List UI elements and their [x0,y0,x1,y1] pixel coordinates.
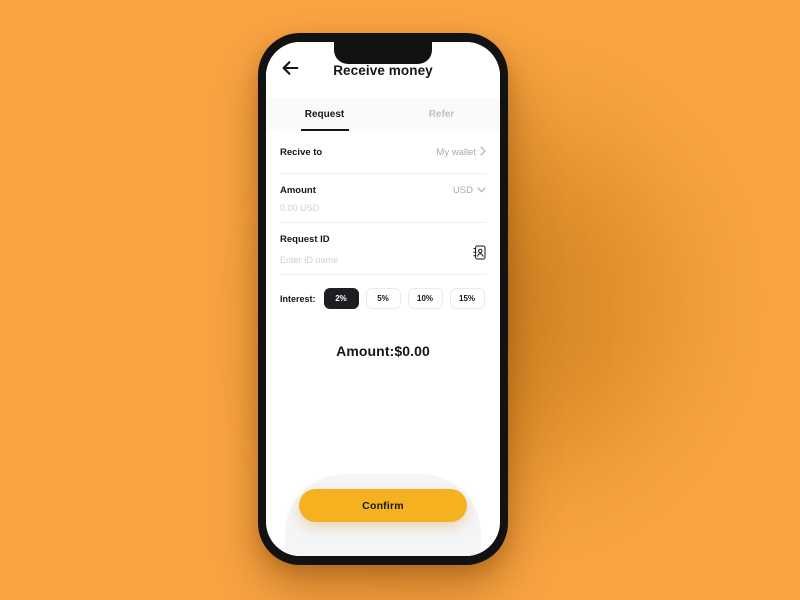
interest-chip-2-label: 2% [335,294,347,303]
interest-chip-15[interactable]: 15% [449,288,485,309]
currency-value: USD [452,185,473,196]
request-id-input[interactable]: Enter ID name [280,255,338,265]
arrow-left-icon [282,60,299,80]
interest-chip-2[interactable]: 2% [323,288,359,309]
interest-chip-10-label: 10% [417,294,434,303]
phone-notch [334,42,432,64]
amount-label: Amount [280,185,316,196]
chevron-down-icon [477,185,486,196]
chevron-right-icon [480,145,486,159]
total-amount: Amount:$0.00 [336,343,430,359]
form: Recive to My wallet Amount USD 0.00 USD … [266,131,500,275]
contact-book-icon[interactable] [473,245,486,265]
tab-refer[interactable]: Refer [383,98,500,131]
phone-screen: Receive money Request Refer Recive to My… [266,42,500,556]
interest-chip-5-label: 5% [377,294,389,303]
receive-to-value: My wallet [436,146,476,158]
amount-input[interactable]: 0.00 USD [280,203,486,213]
currency-selector[interactable]: USD [453,185,486,196]
receive-to-row[interactable]: Recive to My wallet [280,131,486,174]
page-title: Receive money [333,62,433,78]
interest-chip-10[interactable]: 10% [407,288,443,309]
receive-to-label: Recive to [280,146,323,158]
interest-chip-15-label: 15% [459,294,476,303]
request-id-field[interactable]: Request ID Enter ID name [280,223,486,275]
receive-to-value-group: My wallet [436,145,486,159]
request-id-label: Request ID [280,234,330,245]
tab-request-label: Request [304,109,345,120]
request-id-field-top: Request ID [280,234,486,245]
interest-label: Interest: [280,293,316,304]
amount-field[interactable]: Amount USD 0.00 USD [280,174,486,223]
confirm-button[interactable]: Confirm [299,489,467,522]
interest-row: Interest: 2% 5% 10% 15% [266,275,500,309]
tab-request[interactable]: Request [266,98,383,131]
tab-refer-label: Refer [428,109,455,120]
back-button[interactable] [279,59,301,81]
interest-chip-5[interactable]: 5% [365,288,401,309]
tab-bar: Request Refer [266,98,500,131]
request-id-field-bottom: Enter ID name [280,245,486,265]
amount-field-top: Amount USD [280,185,486,196]
phone-mockup: Receive money Request Refer Recive to My… [258,33,508,565]
